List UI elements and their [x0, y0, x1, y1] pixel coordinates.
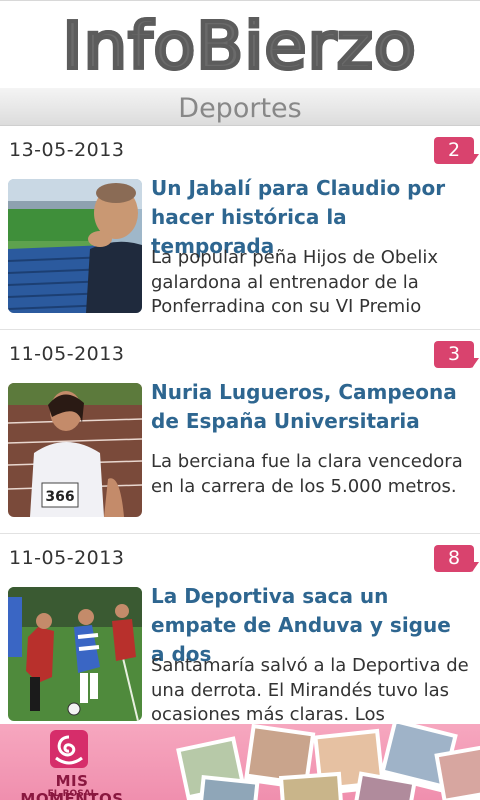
comment-count-badge[interactable]: 2: [434, 137, 479, 164]
news-item[interactable]: 11-05-2013 8 La Deportiva saca un empate…: [0, 534, 480, 724]
news-item[interactable]: 11-05-2013 3 366 Nuria Lugueros, Campeon…: [0, 330, 480, 534]
article-title[interactable]: Nuria Lugueros, Campeona de España Unive…: [151, 378, 471, 436]
article-date: 11-05-2013: [9, 343, 125, 365]
news-item[interactable]: 13-05-2013 2 Un Jabalí para Claudio por …: [0, 126, 480, 330]
bib-number: 366: [45, 489, 74, 505]
comment-count-badge[interactable]: 3: [434, 341, 479, 368]
ad-brand-sub: EL ROSAL: [47, 789, 97, 799]
rose-logo-icon: [50, 730, 88, 768]
comment-count-badge[interactable]: 8: [434, 545, 479, 572]
article-thumbnail[interactable]: [8, 179, 142, 313]
runner-photo: 366: [8, 383, 142, 517]
football-photo: [8, 587, 142, 721]
news-feed[interactable]: 13-05-2013 2 Un Jabalí para Claudio por …: [0, 126, 480, 724]
article-date: 11-05-2013: [9, 547, 125, 569]
stadium-photo: [8, 179, 142, 313]
app-header: InfoBierzo: [0, 0, 480, 88]
article-summary: Santamaría salvó a la Deportiva de una d…: [151, 655, 469, 724]
article-date: 13-05-2013: [9, 139, 125, 161]
ad-banner[interactable]: MIS MOMENTOS EL ROSAL: [0, 724, 480, 800]
section-title: Deportes: [178, 93, 302, 124]
app-logo[interactable]: InfoBierzo: [61, 8, 419, 86]
section-header: Deportes: [0, 88, 480, 126]
photo-collage-image: [176, 724, 480, 800]
article-summary: La popular peña Hijos de Obelix galardon…: [151, 247, 439, 317]
article-thumbnail[interactable]: [8, 587, 142, 721]
article-summary: La berciana fue la clara vencedora en la…: [151, 451, 463, 497]
article-thumbnail[interactable]: 366: [8, 383, 142, 517]
